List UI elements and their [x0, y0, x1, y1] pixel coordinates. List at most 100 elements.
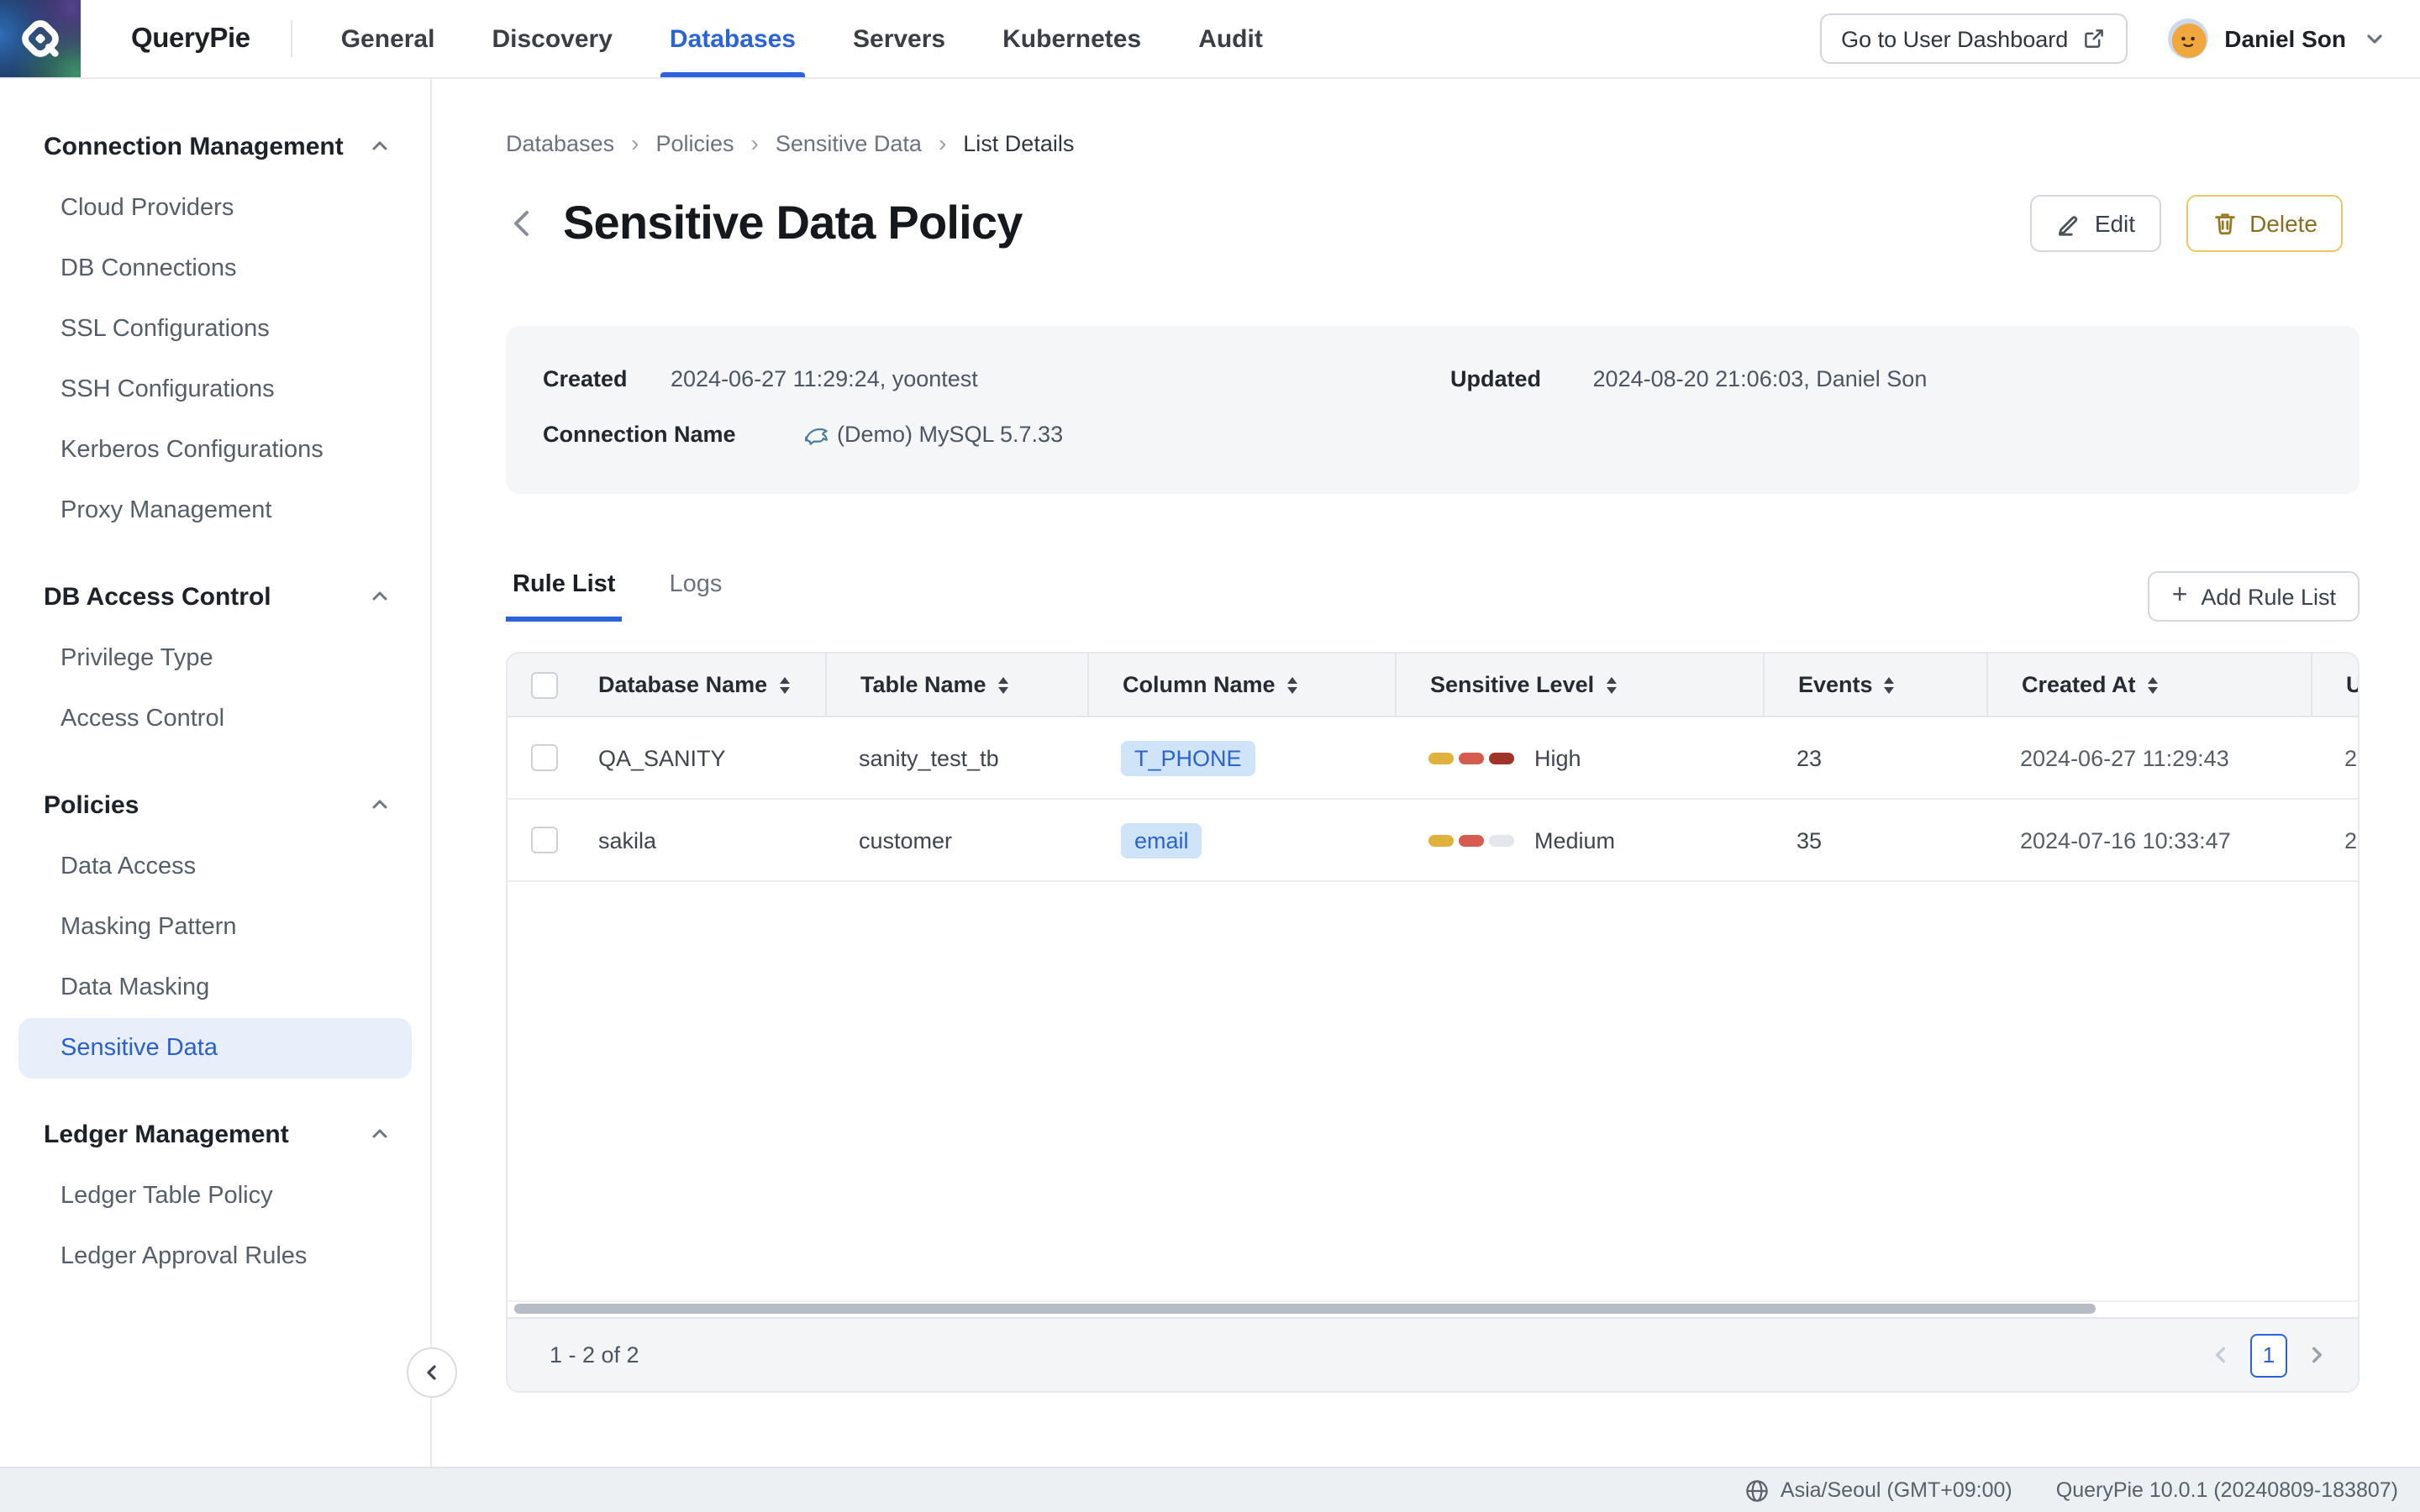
sidebar-item-masking-pattern[interactable]: Masking Pattern [0, 897, 430, 958]
table-header-row: Database Name Table Name Column Name [508, 654, 2358, 717]
sidebar-item-ledger-approval-rules[interactable]: Ledger Approval Rules [0, 1226, 430, 1287]
edit-button[interactable]: Edit [2031, 195, 2160, 252]
sidebar-item-kerberos-configurations[interactable]: Kerberos Configurations [0, 420, 430, 480]
chevron-up-icon [370, 1124, 390, 1144]
updated-value: 2024-08-20 21:06:03, Daniel Son [1593, 366, 1928, 391]
sidebar-item-proxy-management[interactable]: Proxy Management [0, 480, 430, 541]
column-header-column-name[interactable]: Column Name [1087, 654, 1395, 716]
sidebar-section-policies[interactable]: Policies [0, 773, 430, 837]
table-row[interactable]: sakila customer email Medium 35 2024-07-… [508, 800, 2358, 882]
pagination-prev-icon[interactable] [2210, 1344, 2232, 1366]
user-menu-chevron-down-icon[interactable] [2363, 27, 2386, 50]
sidebar-item-cloud-providers[interactable]: Cloud Providers [0, 178, 430, 239]
sort-icon [1287, 676, 1297, 693]
add-rule-list-button[interactable]: + Add Rule List [2149, 571, 2360, 622]
sidebar-item-privilege-type[interactable]: Privilege Type [0, 628, 430, 689]
sort-icon [779, 676, 789, 693]
cell-updated-at: 2024 [2311, 827, 2358, 853]
sidebar-item-data-masking[interactable]: Data Masking [0, 958, 430, 1018]
globe-icon [1745, 1478, 1770, 1503]
sort-icon [1606, 676, 1616, 693]
nav-discovery[interactable]: Discovery [463, 0, 640, 77]
sort-icon [998, 676, 1008, 693]
nav-general[interactable]: General [313, 0, 464, 77]
breadcrumb-sensitive-data[interactable]: Sensitive Data [776, 130, 922, 155]
nav-kubernetes[interactable]: Kubernetes [974, 0, 1170, 77]
sidebar-item-ledger-table-policy[interactable]: Ledger Table Policy [0, 1166, 430, 1226]
connection-name-label: Connection Name [543, 418, 803, 452]
pager: 1 [2210, 1333, 2328, 1377]
sidebar-item-ssh-configurations[interactable]: SSH Configurations [0, 360, 430, 420]
cell-table-name: sanity_test_tb [825, 745, 1087, 770]
brand-name: QueryPie [131, 23, 250, 55]
sidebar-section-db-access-control[interactable]: DB Access Control [0, 564, 430, 628]
column-header-label: Created At [2022, 672, 2136, 697]
go-to-user-dashboard-label: Go to User Dashboard [1841, 26, 2068, 51]
querypie-logo[interactable] [0, 0, 81, 77]
column-header-table-name[interactable]: Table Name [825, 654, 1087, 716]
sidebar-item-ssl-configurations[interactable]: SSL Configurations [0, 299, 430, 360]
column-header-updated-at[interactable]: Updated At [2311, 654, 2358, 716]
sidebar-section-connection-management[interactable]: Connection Management [0, 114, 430, 178]
pagination-next-icon[interactable] [2306, 1344, 2328, 1366]
trash-icon [2211, 210, 2238, 237]
select-all-cell [508, 654, 581, 716]
sidebar-item-data-access[interactable]: Data Access [0, 837, 430, 897]
policy-meta-panel: Created 2024-06-27 11:29:24, yoontest Up… [506, 326, 2360, 494]
column-header-database-name[interactable]: Database Name [581, 654, 825, 716]
top-bar: QueryPie General Discovery Databases Ser… [0, 0, 2420, 79]
breadcrumb-policies[interactable]: Policies [655, 130, 734, 155]
breadcrumb-separator-icon: › [631, 129, 639, 156]
sensitive-level-pills [1428, 834, 1519, 846]
user-avatar[interactable] [2167, 18, 2207, 59]
breadcrumb: Databases › Policies › Sensitive Data › … [506, 129, 2360, 156]
go-to-user-dashboard-button[interactable]: Go to User Dashboard [1819, 13, 2127, 64]
cell-table-name: customer [825, 827, 1087, 853]
sidebar-item-sensitive-data[interactable]: Sensitive Data [18, 1018, 412, 1079]
nav-servers[interactable]: Servers [824, 0, 974, 77]
table-row[interactable]: QA_SANITY sanity_test_tb T_PHONE High 23… [508, 717, 2358, 800]
select-all-checkbox[interactable] [531, 671, 558, 698]
breadcrumb-current: List Details [963, 130, 1074, 155]
main-content: Databases › Policies › Sensitive Data › … [434, 77, 2420, 1468]
sidebar-collapse-button[interactable] [407, 1347, 457, 1398]
breadcrumb-databases[interactable]: Databases [506, 130, 614, 155]
cell-created-at: 2024-07-16 10:33:47 [1986, 827, 2311, 853]
tab-rule-list[interactable]: Rule List [506, 571, 622, 622]
sidebar-item-access-control[interactable]: Access Control [0, 689, 430, 749]
sidebar-item-db-connections[interactable]: DB Connections [0, 239, 430, 299]
pencil-icon [2056, 210, 2083, 237]
row-checkbox[interactable] [531, 744, 558, 771]
page-actions: Edit Delete [2031, 195, 2343, 252]
row-checkbox[interactable] [531, 827, 558, 853]
delete-button[interactable]: Delete [2186, 195, 2343, 252]
nav-audit[interactable]: Audit [1170, 0, 1292, 77]
pagination-summary: 1 - 2 of 2 [550, 1342, 639, 1368]
plus-icon: + [2172, 582, 2188, 609]
sidebar: Connection Management Cloud Providers DB… [0, 77, 432, 1468]
sidebar-section-ledger-management[interactable]: Ledger Management [0, 1102, 430, 1166]
column-header-sensitive-level[interactable]: Sensitive Level [1395, 654, 1763, 716]
chevron-up-icon [370, 136, 390, 156]
nav-databases[interactable]: Databases [641, 0, 824, 77]
connection-name-value: (Demo) MySQL 5.7.33 [837, 418, 1063, 452]
created-value: 2024-06-27 11:29:24, yoontest [671, 363, 978, 396]
tabs-row: Rule List Logs + Add Rule List [506, 571, 2360, 628]
column-header-created-at[interactable]: Created At [1986, 654, 2311, 716]
tab-logs[interactable]: Logs [662, 571, 729, 617]
created-label: Created [543, 363, 671, 396]
user-name[interactable]: Daniel Son [2224, 25, 2346, 52]
cell-events: 23 [1763, 745, 1986, 770]
column-header-label: Database Name [598, 672, 767, 697]
horizontal-scrollbar[interactable] [508, 1300, 2358, 1317]
delete-button-label: Delete [2249, 210, 2317, 237]
column-header-label: Table Name [860, 672, 986, 697]
status-bar: Asia/Seoul (GMT+09:00) QueryPie 10.0.1 (… [0, 1467, 2420, 1512]
chevron-up-icon [370, 795, 390, 815]
back-button[interactable] [506, 207, 539, 240]
pagination-page-1[interactable]: 1 [2250, 1333, 2287, 1377]
cell-updated-at: 2024 [2311, 745, 2358, 770]
column-header-events[interactable]: Events [1763, 654, 1986, 716]
querypie-logo-icon [12, 10, 69, 67]
scrollbar-thumb[interactable] [514, 1304, 2096, 1314]
